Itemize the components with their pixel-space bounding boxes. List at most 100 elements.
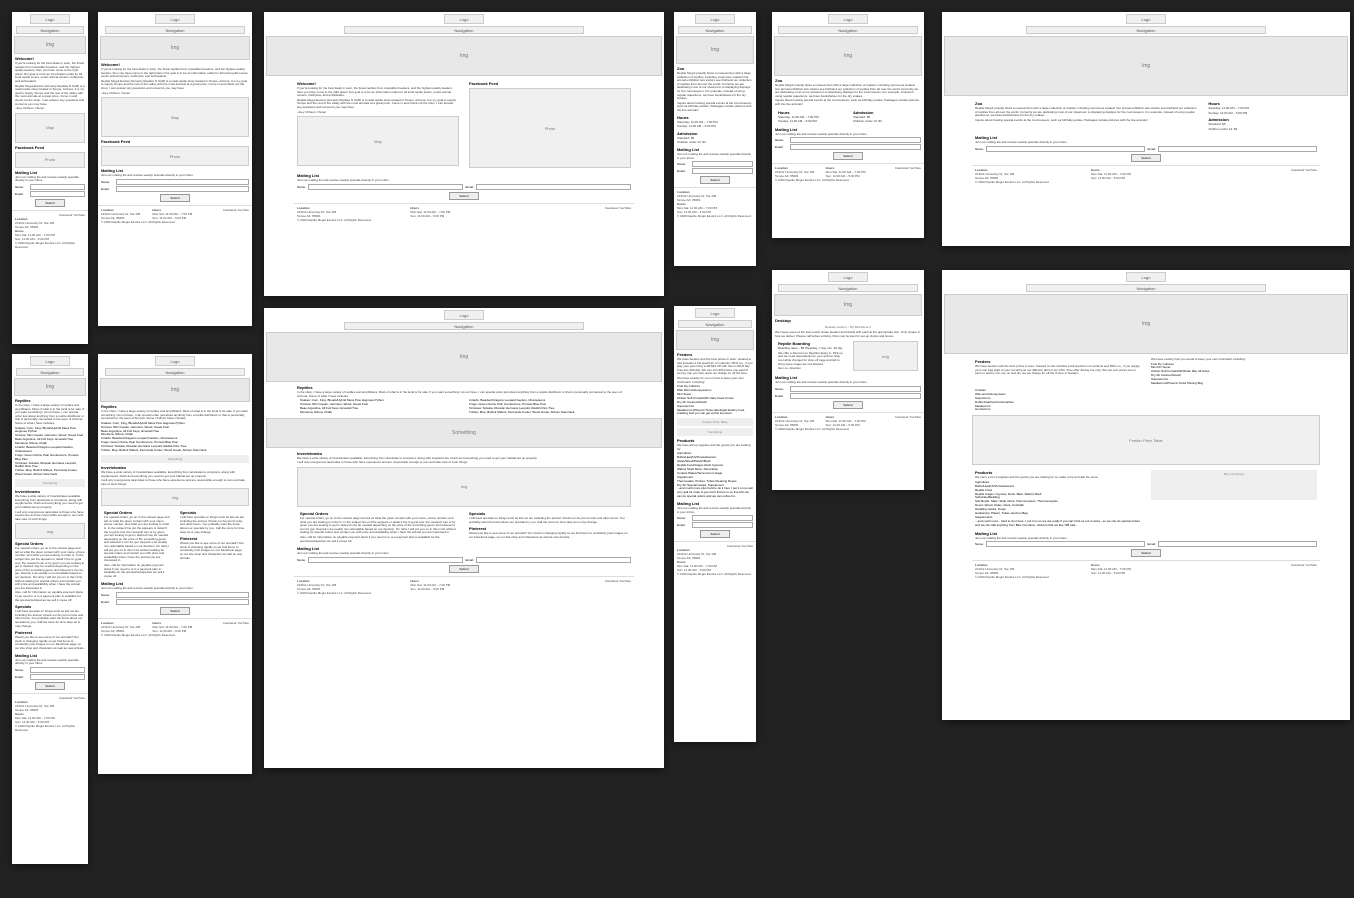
yt-link[interactable]: YouTube: [619, 206, 631, 210]
footer: Location2130 E University Dr, Ste 105Tem…: [294, 203, 634, 224]
nav[interactable]: Navigation: [105, 26, 245, 34]
nav[interactable]: Navigation: [1026, 284, 1266, 292]
name-input[interactable]: [692, 161, 753, 167]
yt-link[interactable]: YouTube: [1305, 168, 1317, 172]
email-input[interactable]: [30, 674, 85, 680]
footer: Location2130 E University Dr, Ste 105Tem…: [972, 560, 1320, 581]
submit-button[interactable]: Submit: [833, 152, 863, 160]
submit-button[interactable]: Submit: [449, 565, 479, 573]
hero: Img: [676, 330, 754, 350]
reptiles-desktop: Logo Navigation Img Reptiles In the shop…: [264, 308, 664, 768]
pin-p1: Would you like to see some of our animal…: [469, 532, 628, 539]
email-input[interactable]: [476, 184, 631, 190]
reptiles-tablet: Logo Navigation Img Reptiles In the shop…: [98, 354, 252, 774]
email-input[interactable]: [116, 599, 249, 605]
zoo-hours-sun: Sunday: 11:00 AM – 5:00 PM: [1208, 112, 1317, 116]
fb-link[interactable]: Facebook: [605, 206, 618, 210]
zoo-hours-title: Hours: [677, 115, 753, 120]
name-input[interactable]: [116, 592, 249, 598]
yt-link[interactable]: YouTube: [909, 166, 921, 170]
nav[interactable]: Navigation: [16, 368, 84, 376]
name-input[interactable]: [790, 386, 921, 392]
inv-p1: We have a wide variety of invertebrates …: [101, 471, 249, 478]
email-input[interactable]: [1158, 146, 1317, 152]
email-input[interactable]: [476, 557, 631, 563]
boarding-img: Img: [853, 341, 918, 371]
zoo-hero: Img: [944, 36, 1348, 96]
mailing-text: Join our mailing list and receive weekly…: [775, 133, 921, 137]
boarding-p1: We house some of the best exotic snake f…: [775, 331, 921, 338]
name-input[interactable]: [30, 667, 85, 673]
name-input[interactable]: [308, 557, 463, 563]
nav[interactable]: Navigation: [16, 26, 84, 34]
reptiles-mobile: Logo Navigation Img Reptiles In the shop…: [12, 354, 88, 864]
nav[interactable]: Navigation: [344, 26, 584, 34]
footer: Location 2130 E University Dr, Ste 105 T…: [674, 187, 756, 220]
nav[interactable]: Navigation: [678, 320, 752, 328]
welcome-p2: Reptile Mogul Exotics (formerly Reptiles…: [15, 85, 85, 107]
email-input[interactable]: [1158, 541, 1317, 547]
footer: Location2130 E University Dr, Ste 105Tem…: [772, 412, 924, 433]
submit-button[interactable]: Submit: [35, 199, 65, 207]
submit-button[interactable]: Submit: [449, 192, 479, 200]
yt-link[interactable]: YouTube: [73, 213, 85, 217]
nav[interactable]: Navigation: [678, 26, 752, 34]
email-input[interactable]: [790, 393, 921, 399]
mailing-text: Join our mailing list and receive weekly…: [677, 153, 753, 160]
zoo-mobile: Logo Navigation Img Zoo Reptile Mogul pr…: [674, 12, 756, 266]
email-input[interactable]: [692, 522, 753, 528]
submit-button[interactable]: Submit: [700, 176, 730, 184]
nav[interactable]: Navigation: [344, 322, 584, 330]
name-input[interactable]: [116, 179, 249, 185]
nav[interactable]: Navigation: [105, 368, 245, 376]
name-input[interactable]: [30, 184, 85, 190]
nav[interactable]: Navigation: [778, 284, 918, 292]
fb-title: Facebook Feed: [101, 139, 249, 144]
something-bar: Something: [15, 479, 85, 487]
feeders-p2: We know exactly how you would to keep yo…: [1151, 358, 1317, 362]
email-input[interactable]: [692, 168, 753, 174]
email-input[interactable]: [30, 191, 85, 197]
nav[interactable]: Navigation: [1026, 26, 1266, 34]
fb-photo: Photo: [469, 88, 631, 168]
mailing-text: Join our mailing list and receive weekly…: [101, 174, 249, 178]
name-input[interactable]: [692, 515, 753, 521]
fb-link[interactable]: Facebook: [895, 166, 908, 170]
nav[interactable]: Navigation: [778, 26, 918, 34]
zoo-p2: Inquire about hosting special events at …: [677, 102, 753, 113]
logo: Logo: [695, 308, 735, 318]
fb-link[interactable]: Facebook: [1291, 168, 1304, 172]
name-input[interactable]: [986, 541, 1145, 547]
inv-p2: I sell only energonous tarantulas to tho…: [101, 479, 249, 486]
email-input[interactable]: [790, 144, 921, 150]
email-input[interactable]: [116, 186, 249, 192]
fb-link[interactable]: Facebook: [59, 213, 72, 217]
fb-photo: Photo: [15, 152, 85, 168]
mailing-text: Join our mailing list and receive weekly…: [297, 179, 631, 183]
inv-p2: I sell only energonous tarantulas to tho…: [15, 511, 85, 522]
logo: Logo: [30, 356, 70, 366]
list-item: Hornworms: [975, 408, 1141, 412]
list-item: Mealworms [Phoenix Tenia: Ebotispal Scal…: [677, 409, 753, 417]
so-p1: For special orders, go on to the contact…: [104, 516, 170, 563]
zoo-hours-sun: Sunday: 11:00 AM – 5:00 PM: [677, 125, 753, 129]
submit-button[interactable]: Submit: [833, 401, 863, 409]
name-input[interactable]: [790, 137, 921, 143]
submit-button[interactable]: Submit: [700, 530, 730, 538]
submit-button[interactable]: Submit: [160, 194, 190, 202]
inv-img: Img: [101, 488, 249, 506]
submit-button[interactable]: Submit: [1131, 549, 1161, 557]
mailing-text: Join our mailing list and receive weekly…: [15, 176, 85, 183]
submit-button[interactable]: Submit: [160, 607, 190, 615]
yt-link[interactable]: YouTube: [237, 208, 249, 212]
welcome-p1: If you're looking for the best deals in …: [15, 62, 85, 84]
fb-link[interactable]: Facebook: [223, 208, 236, 212]
reptiles-p1: In the shop, I have a large variety of r…: [101, 410, 249, 421]
name-input[interactable]: [986, 146, 1145, 152]
name-label: Name:: [15, 185, 27, 189]
submit-button[interactable]: Submit: [1131, 154, 1161, 162]
footer: Facebook YouTube Location2130 E Universi…: [12, 693, 88, 734]
hero: Img: [100, 378, 250, 402]
submit-button[interactable]: Submit: [35, 682, 65, 690]
name-input[interactable]: [308, 184, 463, 190]
